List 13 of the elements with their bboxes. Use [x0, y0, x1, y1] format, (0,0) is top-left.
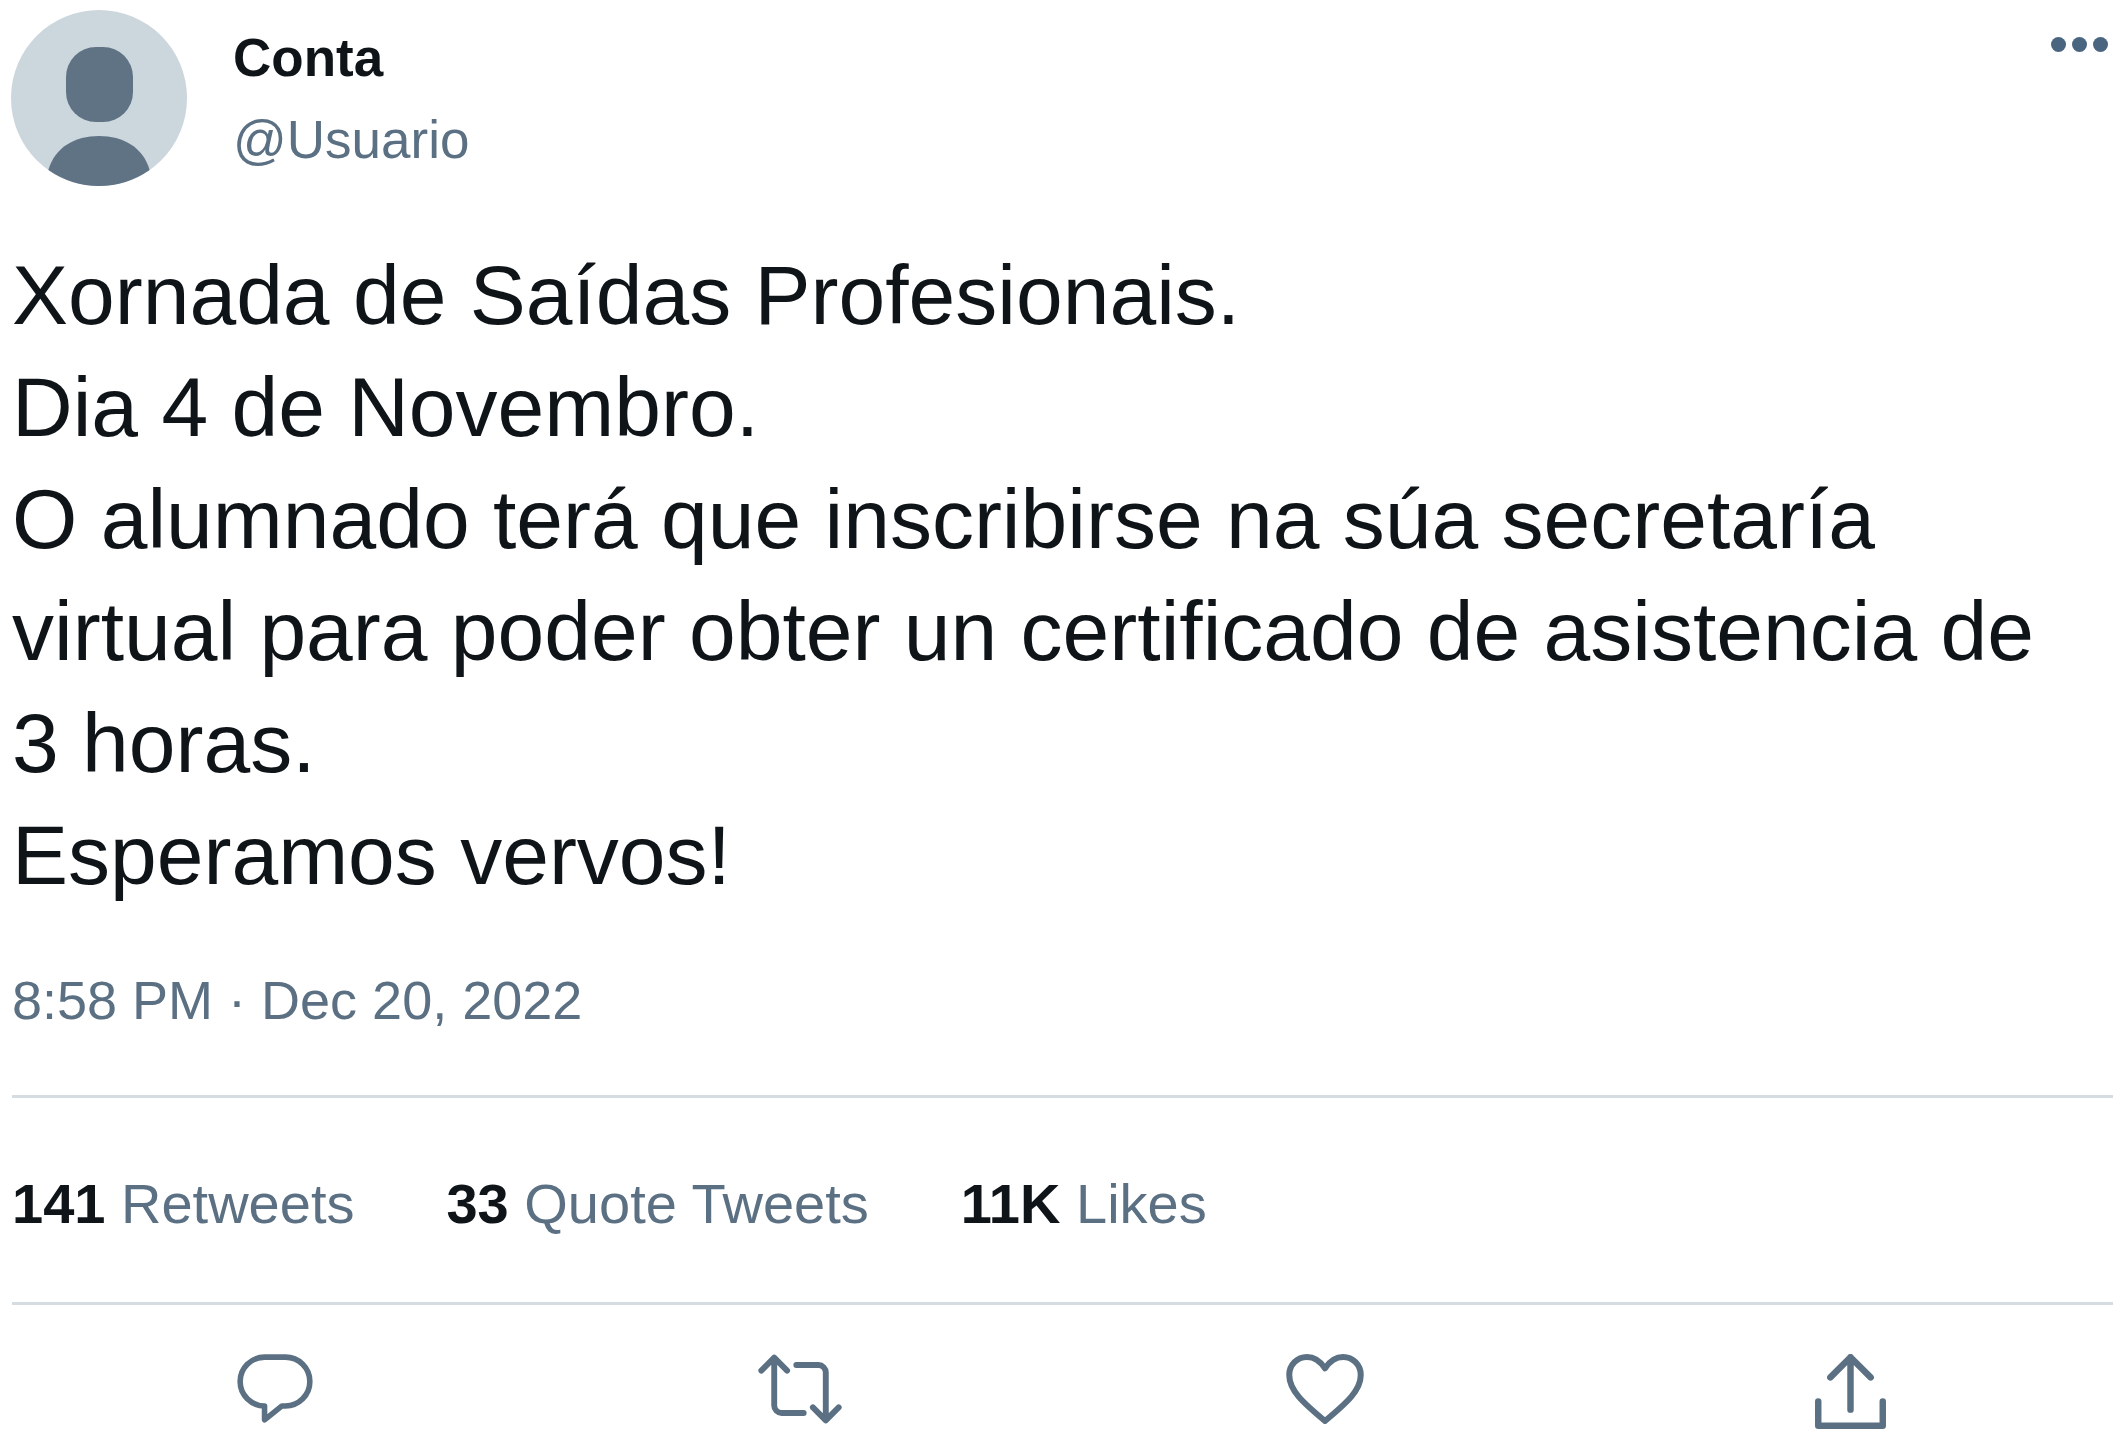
stat-link[interactable]: 141 Retweets — [12, 1172, 355, 1236]
stat-link[interactable]: 11K Likes — [960, 1172, 1207, 1236]
avatar-icon — [11, 10, 187, 186]
tweet-text: Xornada de Saídas Profesionais. Dia 4 de Novembro. O alumnado terá que inscribirse na súa secretaría virtual para poder obter un certificado de asistencia de 3 horas. Esperamos vervos! — [12, 247, 2035, 904]
repeat-arrows-icon[interactable] — [757, 1354, 842, 1424]
share-icon[interactable] — [1814, 1354, 1886, 1429]
more-icon[interactable] — [2051, 37, 2108, 52]
display-name[interactable]: Conta — [233, 27, 470, 89]
stat-link[interactable]: 33 Quote Tweets — [446, 1172, 869, 1236]
heart-icon[interactable] — [1286, 1354, 1365, 1424]
speech-bubble-icon[interactable] — [236, 1354, 313, 1423]
tweet-timestamp[interactable]: 8:58 PM · Dec 20, 2022 — [12, 970, 583, 1030]
user-handle[interactable]: @Usuario — [233, 109, 470, 171]
